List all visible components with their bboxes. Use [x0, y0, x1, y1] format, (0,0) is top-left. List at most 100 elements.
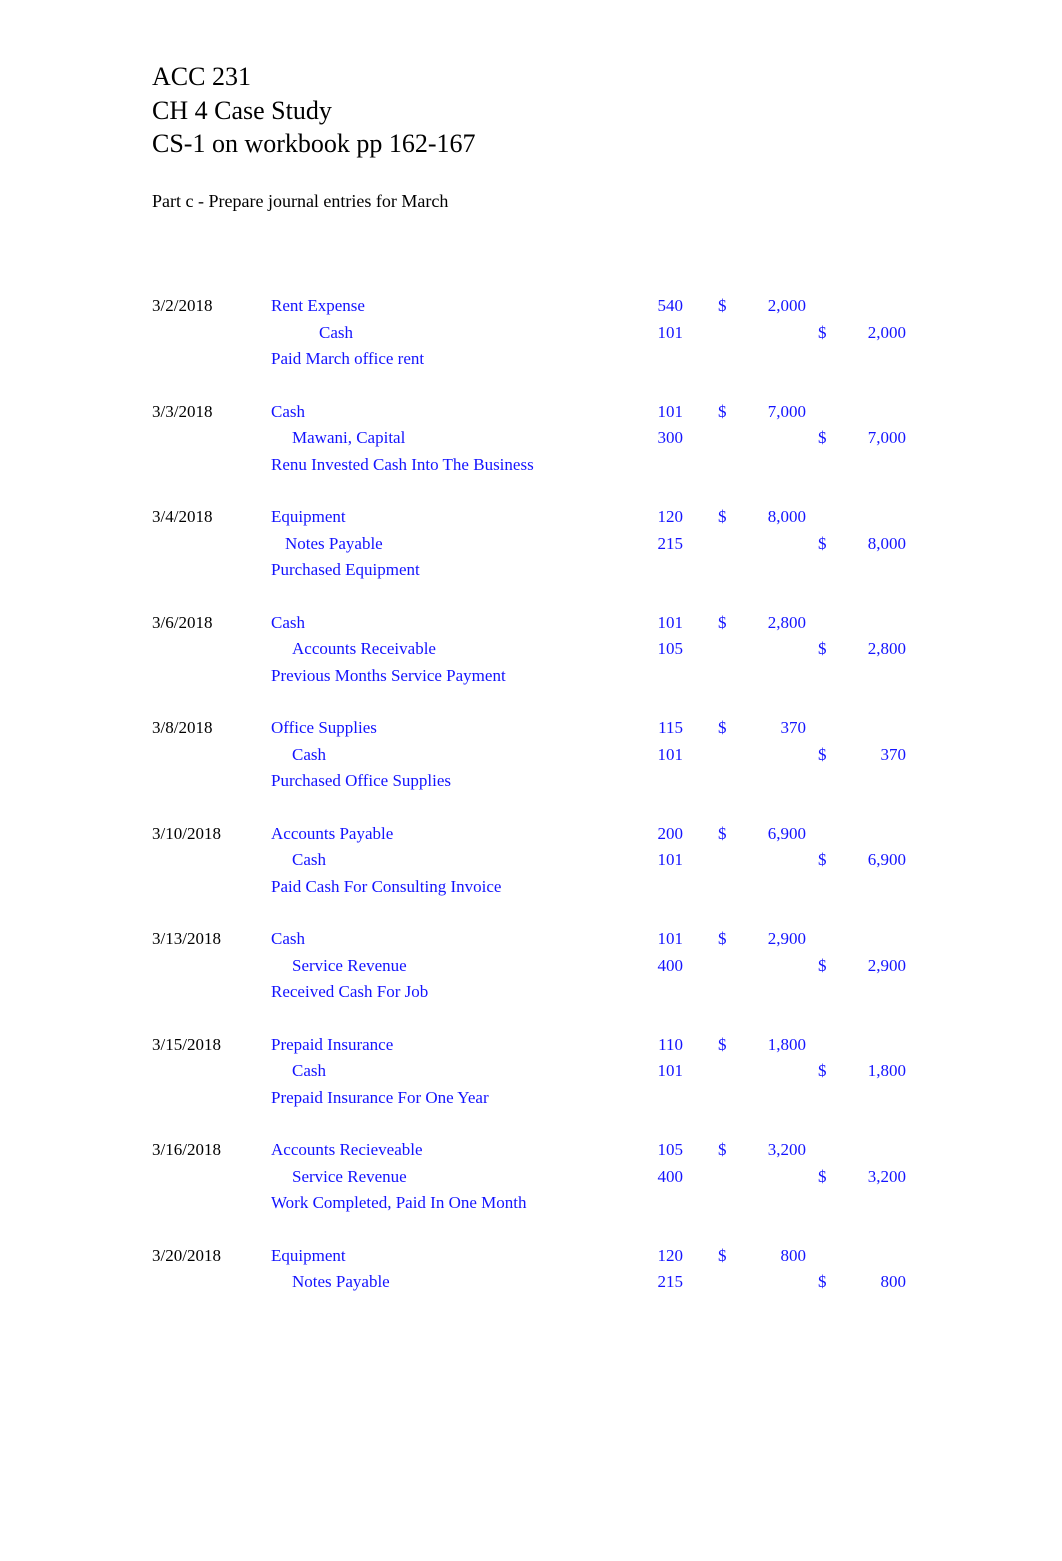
entry-date: 3/15/2018	[152, 1034, 221, 1054]
credit-account-number: 400	[657, 1166, 684, 1186]
credit-account-number: 215	[657, 533, 684, 553]
entry-memo: Renu Invested Cash Into The Business	[271, 454, 534, 474]
credit-account-name: Cash	[319, 322, 353, 342]
journal-entries-list: 3/2/2018 Rent Expense 540 $2,000 Cash 101 $2,0…	[0, 293, 1062, 1348]
document-header: ACC 231 CH 4 Case Study CS-1 on workbook…	[152, 60, 952, 161]
debit-account-name: Equipment	[271, 507, 346, 526]
credit-account-name: Service Revenue	[292, 955, 407, 975]
debit-account-name: Cash	[271, 612, 305, 632]
debit-account-number: 101	[657, 929, 684, 948]
debit-amount: 2,000	[767, 296, 806, 315]
credit-account-number: 101	[657, 322, 684, 342]
entry-memo: Prepaid Insurance For One Year	[271, 1087, 489, 1107]
entry-memo: Paid March office rent	[271, 349, 425, 369]
credit-account-name: Cash	[292, 744, 326, 764]
debit-account-name: Equipment	[271, 1245, 346, 1265]
credit-account-name: Cash	[292, 850, 326, 870]
credit-account-number: 300	[657, 428, 684, 448]
entry-date: 3/2/2018	[152, 296, 213, 315]
credit-amount: 2,000	[867, 322, 906, 342]
debit-account-name: Accounts Recieveable	[271, 1140, 423, 1159]
journal-entry: 3/8/2018 Office Supplies 115 $370 Cash 101 $37…	[0, 715, 1062, 821]
journal-debit-row: 3/15/2018 Prepaid Insurance 110 $1,800	[0, 1032, 1062, 1059]
journal-memo-row: Paid March office rent	[0, 346, 1062, 373]
journal-memo-row: Work Completed, Paid In One Month	[0, 1190, 1062, 1217]
journal-entry: 3/2/2018 Rent Expense 540 $2,000 Cash 101 $2,0…	[0, 293, 1062, 399]
debit-amount: 2,800	[767, 612, 806, 632]
debit-amount: 6,900	[767, 823, 806, 843]
credit-account-number: 215	[657, 1272, 684, 1292]
course-code: ACC 231	[152, 62, 251, 91]
entry-memo: Purchased Office Supplies	[271, 771, 452, 791]
journal-credit-row: Cash 101 $1,800	[0, 1058, 1062, 1085]
journal-debit-row: 3/4/2018 Equipment 120 $8,000	[0, 504, 1062, 531]
credit-amount: 6,900	[867, 850, 906, 870]
debit-account-name: Prepaid Insurance	[271, 1034, 394, 1054]
credit-amount: 1,800	[867, 1061, 906, 1081]
journal-entry: 3/10/2018 Accounts Payable 200 $6,900 Cash 10…	[0, 821, 1062, 927]
journal-entry: 3/6/2018 Cash 101 $2,800 Accounts Receivable…	[0, 610, 1062, 716]
debit-account-name: Rent Expense	[271, 296, 365, 315]
debit-account-number: 101	[657, 401, 684, 421]
debit-amount: 370	[780, 718, 807, 737]
credit-account-number: 101	[657, 744, 684, 764]
debit-account-number: 540	[657, 296, 684, 315]
journal-entry: 3/20/2018 Equipment 120 $800 Notes Payable 21…	[0, 1243, 1062, 1349]
journal-entry: 3/15/2018 Prepaid Insurance 110 $1,800 Cash 1…	[0, 1032, 1062, 1138]
journal-memo-row: Renu Invested Cash Into The Business	[0, 452, 1062, 479]
credit-account-number: 101	[657, 1061, 684, 1081]
debit-account-name: Accounts Payable	[271, 823, 394, 843]
debit-account-number: 115	[658, 718, 683, 737]
journal-credit-row: Mawani, Capital 300 $7,000	[0, 425, 1062, 452]
debit-account-name: Cash	[271, 401, 305, 421]
credit-account-name: Mawani, Capital	[292, 428, 406, 448]
journal-memo-row: Paid Cash For Consulting Invoice	[0, 874, 1062, 901]
credit-amount: 2,900	[867, 955, 906, 975]
journal-debit-row: 3/2/2018 Rent Expense 540 $2,000	[0, 293, 1062, 320]
entry-date: 3/8/2018	[152, 718, 213, 737]
journal-debit-row: 3/20/2018 Equipment 120 $800	[0, 1243, 1062, 1270]
journal-debit-row: 3/6/2018 Cash 101 $2,800	[0, 610, 1062, 637]
journal-credit-row: Cash 101 $370	[0, 742, 1062, 769]
debit-amount: 1,800	[767, 1034, 806, 1054]
journal-debit-row: 3/10/2018 Accounts Payable 200 $6,900	[0, 821, 1062, 848]
debit-account-name: Cash	[271, 929, 305, 948]
journal-credit-row: Accounts Receivable 105 $2,800	[0, 636, 1062, 663]
entry-date: 3/3/2018	[152, 401, 213, 421]
assignment-reference: CS-1 on workbook pp 162-167	[152, 129, 476, 158]
credit-amount: 2,800	[867, 639, 906, 659]
journal-credit-row: Notes Payable 215 $8,000	[0, 531, 1062, 558]
journal-memo-row: Previous Months Service Payment	[0, 663, 1062, 690]
journal-credit-row: Service Revenue 400 $2,900	[0, 953, 1062, 980]
journal-memo-row: Prepaid Insurance For One Year	[0, 1085, 1062, 1112]
journal-credit-row: Service Revenue 400 $3,200	[0, 1164, 1062, 1191]
section-subtitle: Part c - Prepare journal entries for Mar…	[152, 191, 449, 211]
credit-account-number: 105	[657, 639, 684, 659]
journal-entry: 3/13/2018 Cash 101 $2,900 Service Revenue 400…	[0, 926, 1062, 1032]
journal-memo-row: Received Cash For Job	[0, 979, 1062, 1006]
entry-memo: Purchased Equipment	[271, 560, 420, 580]
debit-account-name: Office Supplies	[271, 718, 377, 737]
entry-memo: Work Completed, Paid In One Month	[271, 1193, 527, 1213]
debit-account-number: 105	[657, 1140, 684, 1159]
journal-entry: 3/4/2018 Equipment 120 $8,000 Notes Payable 2…	[0, 504, 1062, 610]
journal-credit-row: Notes Payable 215 $800	[0, 1269, 1062, 1296]
entry-date: 3/4/2018	[152, 507, 213, 526]
journal-memo-row: Purchased Office Supplies	[0, 768, 1062, 795]
journal-memo-row: Purchased Equipment	[0, 557, 1062, 584]
credit-account-number: 101	[657, 850, 684, 870]
document-page: ACC 231 CH 4 Case Study CS-1 on workbook…	[0, 0, 1062, 1561]
debit-account-number: 200	[657, 823, 684, 843]
journal-credit-row: Cash 101 $2,000	[0, 320, 1062, 347]
credit-account-name: Accounts Receivable	[292, 639, 436, 659]
debit-amount: 2,900	[767, 929, 806, 948]
debit-amount: 7,000	[767, 401, 806, 421]
debit-account-number: 101	[657, 612, 684, 632]
debit-amount: 3,200	[767, 1140, 806, 1159]
journal-debit-row: 3/8/2018 Office Supplies 115 $370	[0, 715, 1062, 742]
debit-account-number: 110	[658, 1034, 683, 1054]
entry-date: 3/16/2018	[152, 1140, 221, 1159]
journal-memo-row	[0, 1296, 1062, 1323]
credit-account-name: Service Revenue	[292, 1166, 407, 1186]
debit-amount: 8,000	[767, 507, 806, 526]
